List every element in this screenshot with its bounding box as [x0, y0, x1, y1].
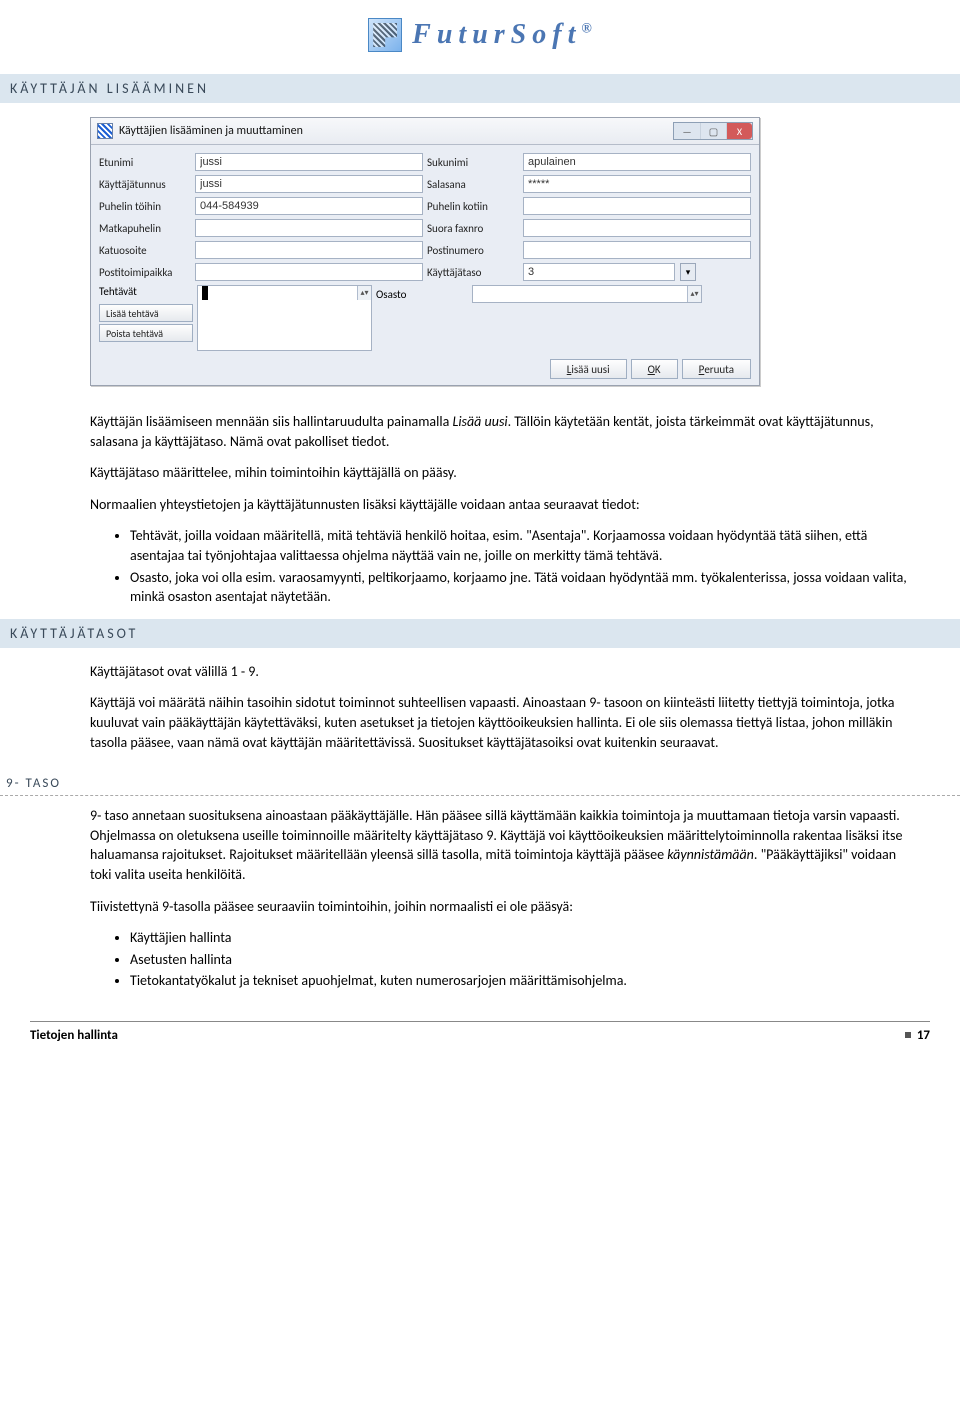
label-level: Käyttäjätaso	[427, 266, 517, 279]
close-button[interactable]: X	[726, 123, 752, 139]
paragraph: Tiivistettynä 9-tasolla pääsee seuraavii…	[0, 897, 960, 917]
heading-levels: KÄYTTÄJÄTASOT	[0, 619, 960, 648]
user-form-window: Käyttäjien lisääminen ja muuttaminen — ▢…	[90, 117, 760, 386]
window-icon	[97, 123, 113, 139]
list-item: Asetusten hallinta	[130, 950, 960, 970]
window-controls: — ▢ X	[673, 122, 753, 140]
paragraph: Käyttäjätasot ovat välillä 1 - 9.	[0, 662, 960, 682]
label-mobile: Matkapuhelin	[99, 222, 189, 235]
label-fax: Suora faxnro	[427, 222, 517, 235]
input-fax[interactable]	[523, 219, 751, 237]
input-city[interactable]	[195, 263, 423, 281]
tasks-spinner-icon[interactable]: ▴▾	[357, 286, 371, 300]
list-item: Tehtävät, joilla voidaan määritellä, mit…	[130, 526, 960, 565]
input-username[interactable]	[195, 175, 423, 193]
tasks-listbox[interactable]: ▴▾	[197, 285, 372, 351]
list-item: Tietokantatyökalut ja tekniset apuohjelm…	[130, 971, 960, 991]
window-title: Käyttäjien lisääminen ja muuttaminen	[119, 124, 667, 138]
remove-task-button[interactable]: Poista tehtävä	[99, 324, 193, 342]
input-homephone[interactable]	[523, 197, 751, 215]
paragraph: Käyttäjän lisäämiseen mennään siis halli…	[0, 412, 960, 451]
page-footer: Tietojen hallinta 17	[30, 1021, 930, 1043]
add-new-button[interactable]: Lisää uusi	[550, 359, 627, 379]
heading-add-user: KÄYTTÄJÄN LISÄÄMINEN	[0, 74, 960, 103]
input-level[interactable]	[523, 263, 675, 281]
label-firstname: Etunimi	[99, 156, 189, 169]
tasks-cursor-icon	[202, 286, 208, 300]
brand-logo-icon	[368, 18, 402, 52]
input-mobile[interactable]	[195, 219, 423, 237]
dept-spinner-icon[interactable]: ▴▾	[687, 286, 701, 302]
paragraph: Käyttäjä voi määrätä näihin tasoihin sid…	[0, 693, 960, 752]
input-firstname[interactable]	[195, 153, 423, 171]
label-city: Postitoimipaikka	[99, 266, 189, 279]
paragraph: Normaalien yhteystietojen ja käyttäjätun…	[0, 495, 960, 515]
brand-name: FuturSoft®	[412, 19, 592, 51]
bullet-list: Tehtävät, joilla voidaan määritellä, mit…	[0, 526, 960, 606]
input-street[interactable]	[195, 241, 423, 259]
cancel-button[interactable]: Peruuta	[682, 359, 751, 379]
list-item: Osasto, joka voi olla esim. varaosamyynt…	[130, 568, 960, 607]
maximize-button[interactable]: ▢	[700, 123, 726, 139]
brand-header: FuturSoft®	[0, 0, 960, 64]
input-password[interactable]	[523, 175, 751, 193]
label-street: Katuosoite	[99, 244, 189, 257]
add-task-button[interactable]: Lisää tehtävä	[99, 304, 193, 322]
minimize-button[interactable]: —	[674, 123, 700, 139]
label-dept: Osasto	[376, 288, 466, 301]
dept-listbox[interactable]: ▴▾	[472, 285, 702, 303]
ok-button[interactable]: OK	[631, 359, 678, 379]
label-tasks: Tehtävät	[99, 285, 193, 298]
level-dropdown-icon[interactable]: ▾	[680, 263, 696, 281]
paragraph: Käyttäjätaso määrittelee, mihin toiminto…	[0, 463, 960, 483]
paragraph: 9- taso annetaan suosituksena ainoastaan…	[0, 806, 960, 884]
window-titlebar: Käyttäjien lisääminen ja muuttaminen — ▢…	[91, 118, 759, 145]
heading-level9: 9- TASO	[0, 772, 960, 796]
input-postcode[interactable]	[523, 241, 751, 259]
input-workphone[interactable]	[195, 197, 423, 215]
page-dot-icon	[905, 1032, 911, 1038]
label-lastname: Sukunimi	[427, 156, 517, 169]
window-footer-buttons: Lisää uusi OK Peruuta	[550, 359, 751, 379]
input-lastname[interactable]	[523, 153, 751, 171]
label-password: Salasana	[427, 178, 517, 191]
label-username: Käyttäjätunnus	[99, 178, 189, 191]
window-body: Etunimi Sukunimi Käyttäjätunnus Salasana…	[91, 145, 759, 385]
bullet-list: Käyttäjien hallinta Asetusten hallinta T…	[0, 928, 960, 991]
label-workphone: Puhelin töihin	[99, 200, 189, 213]
footer-section: Tietojen hallinta	[30, 1028, 118, 1043]
list-item: Käyttäjien hallinta	[130, 928, 960, 948]
label-postcode: Postinumero	[427, 244, 517, 257]
label-homephone: Puhelin kotiin	[427, 200, 517, 213]
footer-page: 17	[905, 1028, 930, 1043]
